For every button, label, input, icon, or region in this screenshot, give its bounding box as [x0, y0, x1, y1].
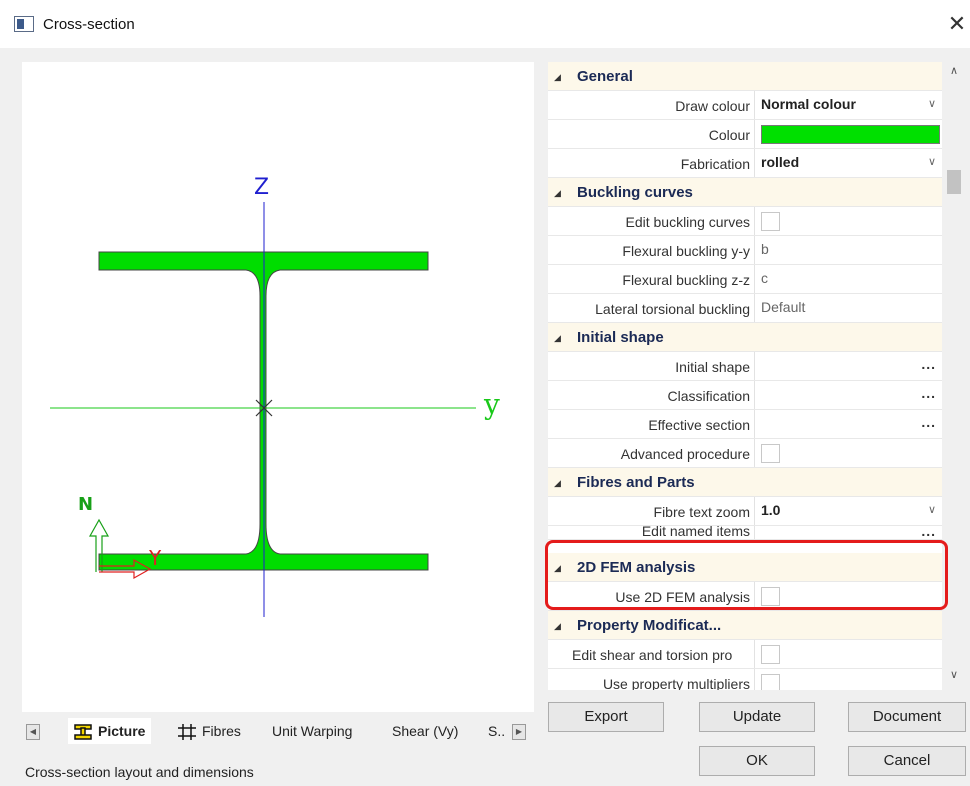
status-bar: Cross-section layout and dimensions	[0, 756, 970, 786]
collapse-triangle-icon[interactable]: ◢	[554, 621, 561, 632]
dialog-client: Z y N Y ◀ Picture Fibres Unit Warping Sh…	[0, 48, 970, 786]
fibre-zoom-select[interactable]: 1.0 ∨	[754, 497, 942, 525]
edit-buckling-checkbox[interactable]	[761, 212, 780, 231]
scroll-thumb[interactable]	[947, 170, 961, 194]
tab-picture[interactable]: Picture	[68, 718, 152, 744]
tab-s[interactable]: S..	[488, 718, 505, 744]
fabrication-select[interactable]: rolled ∨	[754, 149, 942, 177]
ellipsis-button[interactable]: ...	[921, 526, 936, 539]
prop-colour[interactable]: Colour	[548, 120, 942, 149]
prop-use-property-multipliers[interactable]: Use property multipliers	[548, 669, 942, 690]
prop-edit-shear-torsion[interactable]: Edit shear and torsion pro	[548, 640, 942, 669]
tab-label: S..	[488, 723, 506, 739]
chevron-down-icon[interactable]: ∨	[928, 97, 936, 110]
i-beam-icon	[74, 724, 92, 741]
tab-unit-warping[interactable]: Unit Warping	[272, 718, 352, 744]
prop-flexural-zz[interactable]: Flexural buckling z-z c	[548, 265, 942, 294]
ellipsis-button[interactable]: ...	[921, 356, 936, 372]
cross-section-drawing: Z y N Y	[50, 175, 500, 617]
window-icon	[14, 16, 34, 32]
colour-picker[interactable]	[754, 120, 942, 148]
tab-fibres[interactable]: Fibres	[172, 718, 247, 744]
prop-fibre-text-zoom[interactable]: Fibre text zoom 1.0 ∨	[548, 497, 942, 526]
prop-edit-named-items[interactable]: Edit named items ...	[548, 526, 942, 540]
title-bar: Cross-section ✕	[0, 0, 970, 48]
use-2d-fem-checkbox[interactable]	[761, 587, 780, 606]
prop-lateral-torsional[interactable]: Lateral torsional buckling Default	[548, 294, 942, 323]
cross-section-preview[interactable]: Z y N Y	[22, 62, 534, 712]
tab-label: Fibres	[202, 723, 241, 739]
ellipsis-button[interactable]: ...	[921, 414, 936, 430]
collapse-triangle-icon[interactable]: ◢	[554, 333, 561, 344]
scroll-down-icon[interactable]: ∨	[942, 668, 966, 686]
colour-swatch[interactable]	[761, 125, 940, 144]
prop-effective-section[interactable]: Effective section ...	[548, 410, 942, 439]
grid-hash-icon	[178, 724, 196, 741]
collapse-triangle-icon[interactable]: ◢	[554, 188, 561, 199]
collapse-triangle-icon[interactable]: ◢	[554, 72, 561, 83]
tab-label: Shear (Vy)	[392, 723, 459, 739]
category-fibres-parts[interactable]: ◢ Fibres and Parts	[548, 468, 942, 497]
category-property-modification[interactable]: ◢ Property Modificat...	[548, 611, 942, 640]
update-button[interactable]: Update	[699, 702, 815, 732]
prop-edit-buckling-curves[interactable]: Edit buckling curves	[548, 207, 942, 236]
status-text: Cross-section layout and dimensions	[25, 764, 254, 780]
prop-fabrication[interactable]: Fabrication rolled ∨	[548, 149, 942, 178]
edit-shear-checkbox[interactable]	[761, 645, 780, 664]
prop-use-2d-fem[interactable]: Use 2D FEM analysis	[548, 582, 942, 611]
category-2d-fem[interactable]: ◢ 2D FEM analysis	[548, 553, 942, 582]
tab-scroll-left-icon[interactable]: ◀	[26, 724, 40, 740]
property-scrollbar[interactable]: ∧ ∨	[942, 62, 966, 690]
tab-label: Unit Warping	[272, 723, 353, 739]
draw-colour-select[interactable]: Normal colour ∨	[754, 91, 942, 119]
z-axis-label: Z	[254, 175, 269, 200]
property-multipliers-checkbox[interactable]	[761, 674, 780, 690]
prop-classification[interactable]: Classification ...	[548, 381, 942, 410]
prop-initial-shape[interactable]: Initial shape ...	[548, 352, 942, 381]
local-n-label: N	[78, 494, 93, 515]
tab-scroll-right-icon[interactable]: ▶	[512, 724, 526, 740]
ellipsis-button[interactable]: ...	[921, 385, 936, 401]
tab-shear-vy[interactable]: Shear (Vy)	[392, 718, 458, 744]
category-general[interactable]: ◢ General	[548, 62, 942, 91]
prop-advanced-procedure[interactable]: Advanced procedure	[548, 439, 942, 468]
collapse-triangle-icon[interactable]: ◢	[554, 478, 561, 489]
y-axis-label: y	[483, 388, 500, 421]
chevron-down-icon[interactable]: ∨	[928, 503, 936, 516]
advanced-procedure-checkbox[interactable]	[761, 444, 780, 463]
local-y-label: Y	[148, 546, 162, 570]
collapse-triangle-icon[interactable]: ◢	[554, 563, 561, 574]
prop-draw-colour[interactable]: Draw colour Normal colour ∨	[548, 91, 942, 120]
export-button[interactable]: Export	[548, 702, 664, 732]
category-initial-shape[interactable]: ◢ Initial shape	[548, 323, 942, 352]
category-buckling-curves[interactable]: ◢ Buckling curves	[548, 178, 942, 207]
document-button[interactable]: Document	[848, 702, 966, 732]
close-icon[interactable]: ✕	[944, 10, 970, 40]
window-title: Cross-section	[43, 16, 135, 33]
scroll-up-icon[interactable]: ∧	[942, 64, 966, 82]
preview-tabs: ◀ Picture Fibres Unit Warping Shear (Vy)…	[22, 712, 534, 746]
tab-label: Picture	[98, 723, 146, 739]
chevron-down-icon[interactable]: ∨	[928, 155, 936, 168]
property-grid: ◢ General Draw colour Normal colour ∨ Col…	[548, 62, 942, 690]
prop-flexural-yy[interactable]: Flexural buckling y-y b	[548, 236, 942, 265]
